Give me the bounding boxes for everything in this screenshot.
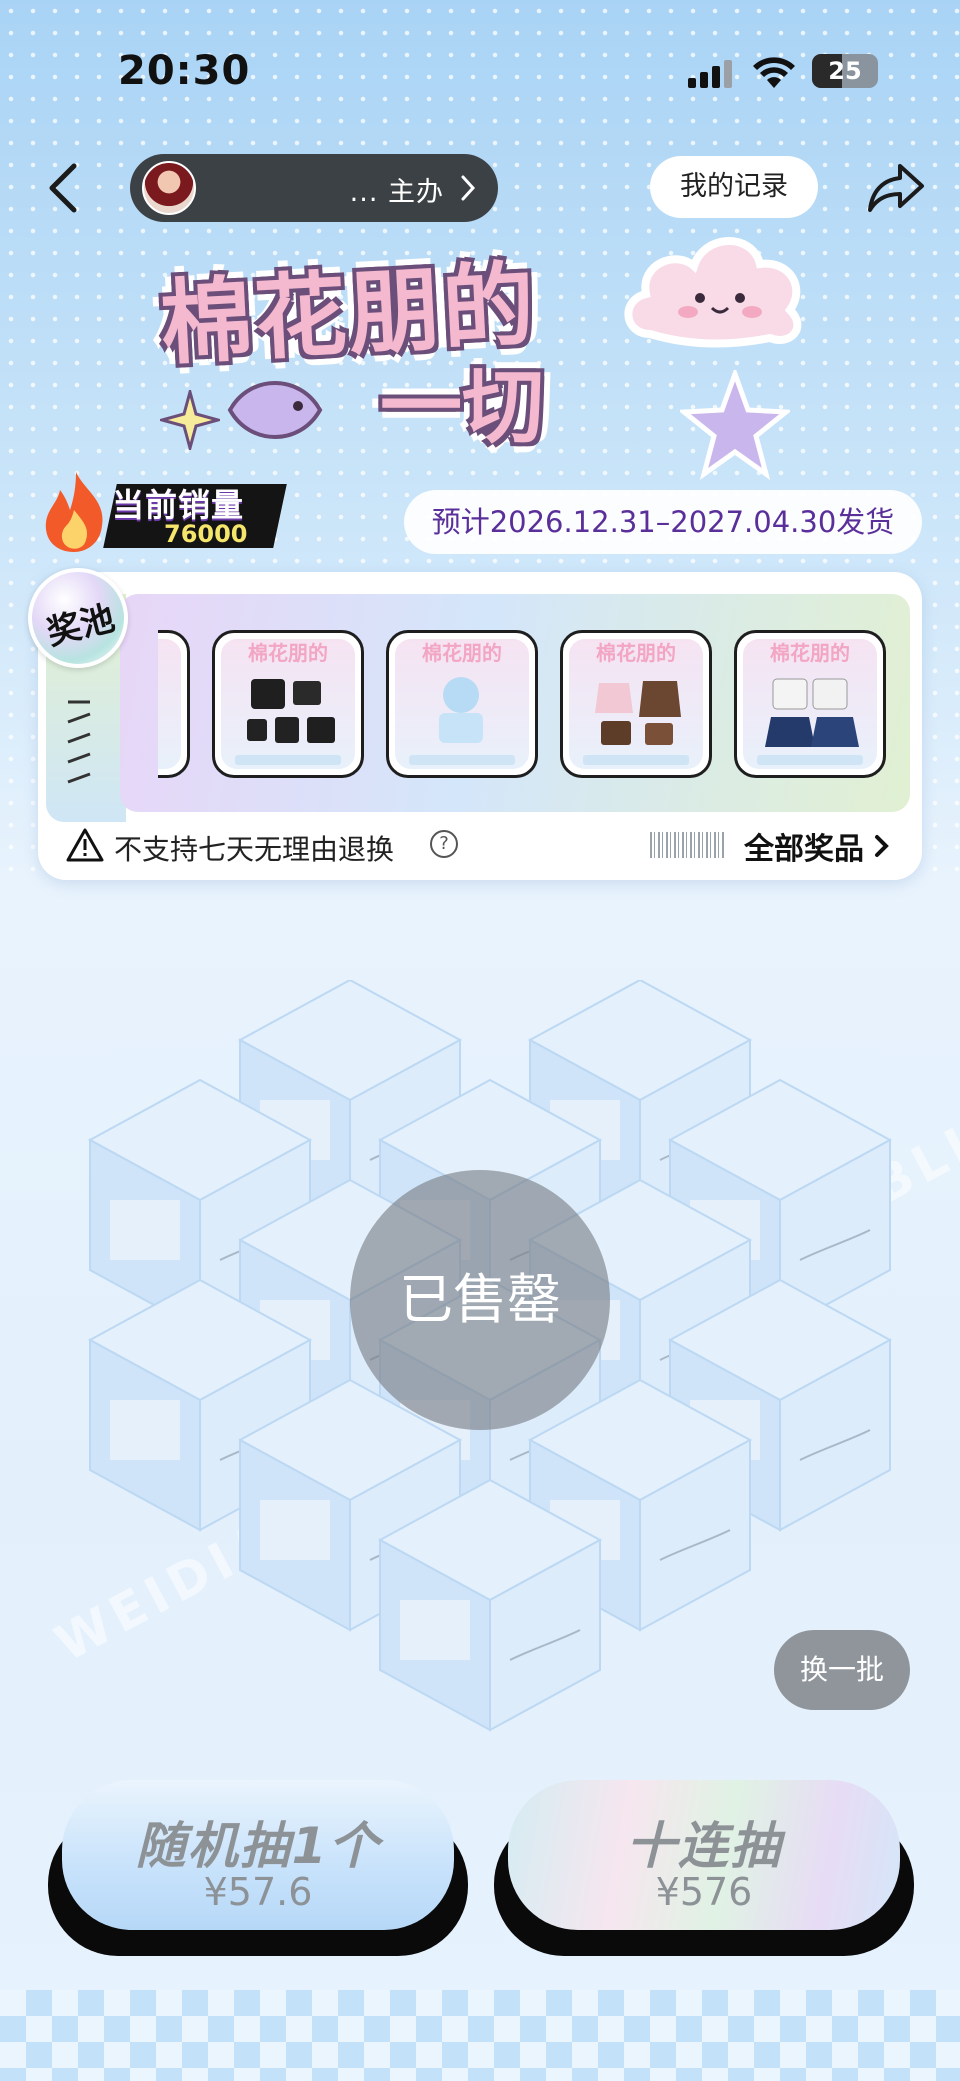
refresh-batch-button[interactable]: 换一批 [774,1630,910,1710]
fish-icon [227,381,323,439]
draw-ten-button[interactable]: 十连抽 ¥576 [494,1780,914,1956]
prize-pool-footer: 不支持七天无理由退换 ? 全部奖品 [38,812,922,880]
prize-card-title: 棉花朋的 [422,641,502,665]
prize-pool-badge-text: 奖池 [43,598,119,654]
barcode-decoration [650,832,724,858]
decorative-stripes-icon [67,700,91,784]
back-arrow-icon[interactable] [40,158,90,218]
all-prizes-link[interactable]: 全部奖品 [744,824,864,868]
warning-icon [66,828,104,862]
status-time: 20:30 [118,48,251,94]
prize-pool-badge: 奖池 [28,568,128,668]
draw-ten-label: 十连抽 [626,1817,782,1875]
cellular-signal-icon [688,58,734,88]
prize-carousel[interactable]: 棉花朋的 棉花朋的 棉花朋的 棉花朋的 [158,630,902,780]
outfit-blue-icon [439,677,483,743]
draw-one-button[interactable]: 随机抽1个 ¥57.6 [48,1780,468,1956]
checkered-footer-decoration [0,1990,960,2081]
wifi-icon [753,57,795,88]
sales-badge: 当前销量 76000 [40,470,300,560]
draw-ten-price: ¥576 [655,1870,753,1914]
draw-one-label: 随机抽1个 [135,1817,381,1875]
sales-value: 76000 [164,520,248,548]
big-star-icon [680,370,790,480]
return-policy-notice: 不支持七天无理由退换 [114,833,395,866]
flame-icon [45,472,103,552]
prize-card[interactable]: 棉花朋的 [212,630,364,778]
sold-out-overlay: 已售罄 [350,1170,610,1430]
battery-level: 25 [828,57,862,85]
prize-card-title: 棉花朋的 [248,641,328,665]
shipping-date-badge: 预计2026.12.31–2027.04.30发货 [404,490,922,554]
chevron-right-icon[interactable] [874,834,890,858]
prize-card[interactable]: 棉花朋的 [734,630,886,778]
status-bar: 20:30 25 [0,0,960,140]
prize-pool-card[interactable]: 奖池 棉花朋的 棉花朋的 棉花朋的 棉花朋的 不支持七天无理由退换 ? 全部奖品 [28,568,922,880]
cloud-mascot-icon [624,237,802,348]
outfit-brown-icon [595,681,681,745]
chevron-right-icon [461,175,476,201]
title-line-2: 一切 [380,360,545,455]
prize-card[interactable]: 棉花朋的 [560,630,712,778]
prize-card[interactable]: 棉花朋的 [386,630,538,778]
battery-icon: 25 [812,54,878,88]
outfit-navy-icon [765,678,859,747]
prize-card[interactable] [158,630,190,778]
title-artwork: 棉花朋的 一切 [150,200,830,490]
prize-card-title: 棉花朋的 [596,641,676,665]
help-icon[interactable]: ? [430,830,458,858]
share-icon[interactable] [866,160,926,216]
star-icon [160,390,220,450]
outfit-black-icon [247,679,335,743]
draw-one-price: ¥57.6 [203,1870,313,1914]
prize-card-title: 棉花朋的 [770,641,850,665]
